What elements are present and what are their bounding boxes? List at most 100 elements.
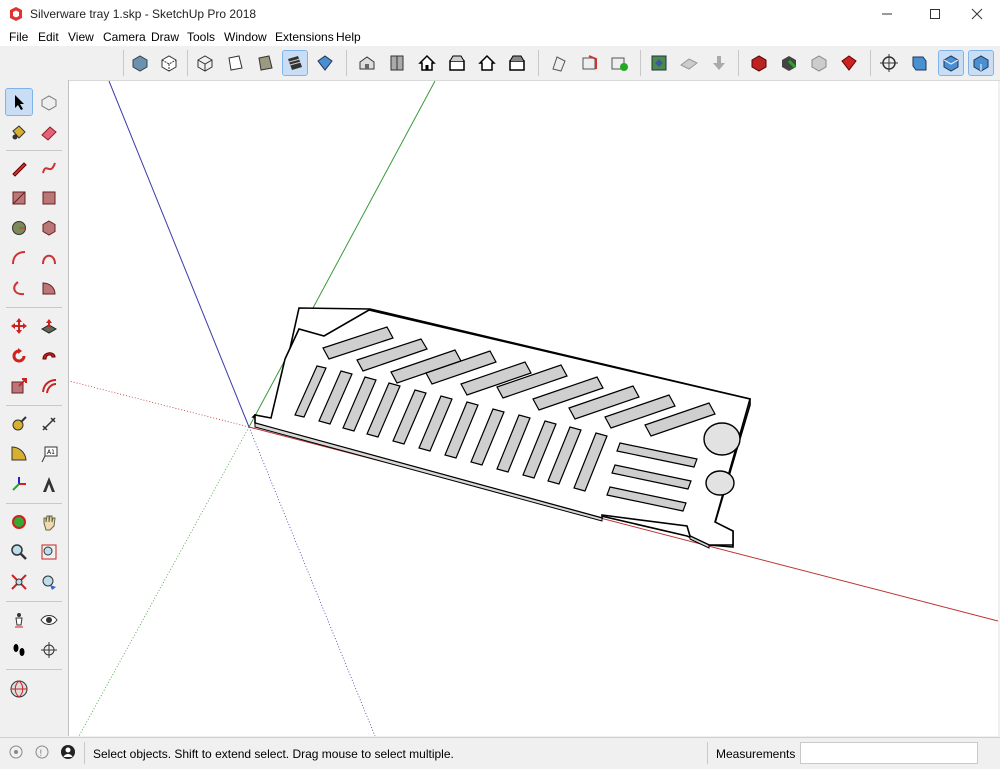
extension-warehouse-button[interactable]	[777, 51, 801, 75]
circle-tool[interactable]	[6, 215, 32, 241]
menu-edit[interactable]: Edit	[38, 30, 59, 44]
paint-bucket-icon	[12, 125, 26, 140]
back-edges-button[interactable]	[157, 51, 181, 75]
pie-tool[interactable]	[36, 275, 62, 301]
camera-button[interactable]	[968, 50, 994, 76]
right-view-button[interactable]	[445, 51, 469, 75]
menu-bar: File Edit View Camera Draw Tools Window …	[0, 28, 1000, 46]
pan-tool[interactable]	[36, 509, 62, 535]
3d-warehouse-button[interactable]	[747, 51, 771, 75]
silverware-tray-model[interactable]	[251, 307, 751, 549]
add-location-button[interactable]	[647, 51, 671, 75]
ruby-button[interactable]	[837, 51, 861, 75]
zoom-window-tool[interactable]	[36, 539, 62, 565]
close-button[interactable]	[954, 0, 1000, 28]
arc-tool[interactable]	[6, 245, 32, 271]
shaded-textures-button[interactable]	[282, 50, 308, 76]
arrow-cursor-icon	[15, 95, 24, 110]
walk-tool[interactable]	[6, 637, 32, 663]
menu-help[interactable]: Help	[336, 30, 361, 44]
move-tool[interactable]	[6, 313, 32, 339]
follow-me-tool[interactable]	[36, 343, 62, 369]
minimize-icon	[882, 13, 892, 15]
two-point-arc-tool[interactable]	[36, 245, 62, 271]
minimize-button[interactable]	[864, 0, 910, 28]
credits-icon[interactable]: !	[34, 744, 50, 760]
right-view-icon	[449, 55, 465, 71]
user-account-icon[interactable]	[60, 744, 76, 760]
previous-view-tool[interactable]	[36, 569, 62, 595]
text-tool[interactable]: A1	[36, 441, 62, 467]
left-view-button[interactable]	[505, 51, 529, 75]
section-plane-icon	[552, 56, 566, 72]
push-pull-tool[interactable]	[36, 313, 62, 339]
orbit-button[interactable]	[877, 51, 901, 75]
rotated-rectangle-tool[interactable]	[36, 185, 62, 211]
front-view-button[interactable]	[415, 51, 439, 75]
scene-canvas[interactable]	[69, 81, 998, 736]
menu-camera[interactable]: Camera	[103, 30, 146, 44]
section-plane-tool[interactable]	[36, 637, 62, 663]
polygon-tool[interactable]	[36, 215, 62, 241]
zoom-tool[interactable]	[6, 539, 32, 565]
menu-view[interactable]: View	[68, 30, 94, 44]
geo-location-status-icon[interactable]	[8, 744, 24, 760]
svg-text:!: !	[39, 749, 43, 759]
eye-icon	[40, 615, 58, 625]
offset-tool[interactable]	[36, 373, 62, 399]
component-tool[interactable]	[36, 89, 62, 115]
offset-icon	[42, 379, 57, 394]
eraser-tool[interactable]	[36, 119, 62, 145]
left-view-icon	[509, 55, 525, 71]
perspective-button[interactable]	[938, 50, 964, 76]
xray-button[interactable]	[128, 51, 152, 75]
3d-text-tool[interactable]	[36, 471, 62, 497]
position-camera-tool[interactable]	[6, 607, 32, 633]
display-section-planes-button[interactable]	[577, 51, 601, 75]
display-section-cuts-button[interactable]	[607, 51, 631, 75]
line-tool[interactable]	[6, 155, 32, 181]
menu-file[interactable]: File	[9, 30, 28, 44]
menu-extensions[interactable]: Extensions	[275, 30, 334, 44]
section-plane-button[interactable]	[547, 51, 571, 75]
standard-view-button[interactable]	[907, 51, 931, 75]
title-bar: Silverware tray 1.skp - SketchUp Pro 201…	[0, 0, 1000, 29]
axes-tool[interactable]	[6, 471, 32, 497]
monochrome-button[interactable]	[313, 51, 337, 75]
orbit-tool[interactable]	[6, 509, 32, 535]
model-viewport[interactable]	[69, 81, 998, 736]
measurements-input[interactable]	[800, 742, 978, 764]
preview-icon	[713, 56, 725, 70]
menu-tools[interactable]: Tools	[187, 30, 215, 44]
preview-button[interactable]	[707, 51, 731, 75]
menu-window[interactable]: Window	[224, 30, 267, 44]
rectangle-tool[interactable]	[6, 185, 32, 211]
freehand-tool[interactable]	[36, 155, 62, 181]
select-tool[interactable]	[5, 88, 33, 116]
front-view-icon	[418, 54, 436, 71]
paint-bucket-tool[interactable]	[6, 119, 32, 145]
rotate-tool[interactable]	[6, 343, 32, 369]
eraser-icon	[41, 126, 57, 141]
scale-tool[interactable]	[6, 373, 32, 399]
zoom-extents-icon	[11, 574, 27, 590]
top-view-button[interactable]	[385, 51, 409, 75]
dimension-tool[interactable]	[36, 411, 62, 437]
shaded-button[interactable]	[253, 51, 277, 75]
geo-location-tool[interactable]	[6, 676, 32, 702]
xray-icon	[132, 55, 148, 72]
tape-measure-tool[interactable]	[6, 411, 32, 437]
iso-view-button[interactable]	[355, 51, 379, 75]
zoom-extents-tool[interactable]	[6, 569, 32, 595]
three-point-arc-tool[interactable]	[6, 275, 32, 301]
look-around-tool[interactable]	[36, 607, 62, 633]
freehand-icon	[42, 162, 56, 174]
hidden-line-button[interactable]	[223, 51, 247, 75]
menu-draw[interactable]: Draw	[151, 30, 179, 44]
back-view-button[interactable]	[475, 51, 499, 75]
protractor-tool[interactable]	[6, 441, 32, 467]
wireframe-button[interactable]	[193, 51, 217, 75]
share-model-button[interactable]	[807, 51, 831, 75]
toggle-terrain-button[interactable]	[677, 51, 701, 75]
maximize-button[interactable]	[912, 0, 958, 28]
